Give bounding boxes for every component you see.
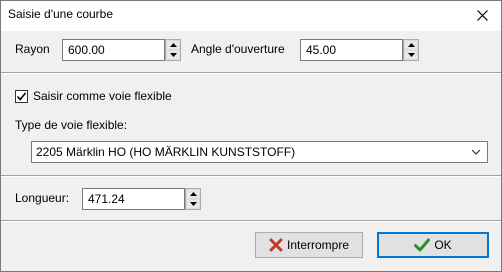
cancel-button[interactable]: Interrompre — [255, 232, 363, 258]
angle-stepper[interactable] — [403, 39, 419, 61]
separator — [1, 220, 501, 221]
flexible-type-label: Type de voie flexible: — [15, 118, 128, 132]
angle-label: Angle d'ouverture — [191, 42, 285, 56]
flexible-type-select[interactable]: 2205 Märklin HO (HO MÄRKLIN KUNSTSTOFF) — [31, 141, 488, 163]
checkmark-icon — [414, 238, 431, 252]
radius-decrement-button[interactable] — [166, 50, 180, 60]
length-input[interactable]: 471.24 — [82, 188, 185, 210]
chevron-down-icon — [469, 144, 483, 160]
flexible-type-value: 2205 Märklin HO (HO MÄRKLIN KUNSTSTOFF) — [36, 145, 296, 159]
length-stepper[interactable] — [185, 188, 201, 210]
arrow-up-icon — [189, 192, 197, 196]
title-bar[interactable]: Saisie d'une courbe — [1, 1, 501, 31]
radius-label: Rayon — [15, 42, 50, 56]
arrow-down-icon — [189, 202, 197, 206]
flexible-track-panel: Saisir comme voie flexible Type de voie … — [1, 74, 501, 175]
separator — [1, 72, 501, 73]
flexible-checkbox-label: Saisir comme voie flexible — [33, 89, 172, 103]
checkmark-icon — [16, 92, 27, 101]
cancel-x-icon — [269, 238, 283, 252]
angle-input[interactable]: 45.00 — [300, 39, 403, 61]
radius-input[interactable]: 600.00 — [62, 39, 165, 61]
separator — [1, 175, 501, 176]
ok-button-label: OK — [434, 238, 452, 252]
radius-stepper[interactable] — [165, 39, 181, 61]
length-increment-button[interactable] — [186, 189, 200, 199]
close-icon — [476, 9, 488, 21]
length-label: Longueur: — [15, 191, 70, 205]
length-panel: Longueur: 471.24 — [1, 177, 501, 219]
window-title: Saisie d'une courbe — [8, 7, 114, 21]
dialog-window: Saisie d'une courbe Rayon 600.00 Angle d… — [0, 0, 502, 272]
arrow-up-icon — [169, 43, 177, 47]
flexible-checkbox[interactable] — [15, 90, 28, 103]
close-button[interactable] — [473, 6, 491, 24]
length-decrement-button[interactable] — [186, 199, 200, 209]
dimensions-panel: Rayon 600.00 Angle d'ouverture 45.00 — [1, 31, 501, 69]
angle-decrement-button[interactable] — [404, 50, 418, 60]
arrow-down-icon — [407, 53, 415, 57]
arrow-down-icon — [169, 53, 177, 57]
radius-increment-button[interactable] — [166, 40, 180, 50]
angle-increment-button[interactable] — [404, 40, 418, 50]
arrow-up-icon — [407, 43, 415, 47]
ok-button[interactable]: OK — [377, 232, 489, 258]
cancel-button-label: Interrompre — [286, 238, 350, 252]
